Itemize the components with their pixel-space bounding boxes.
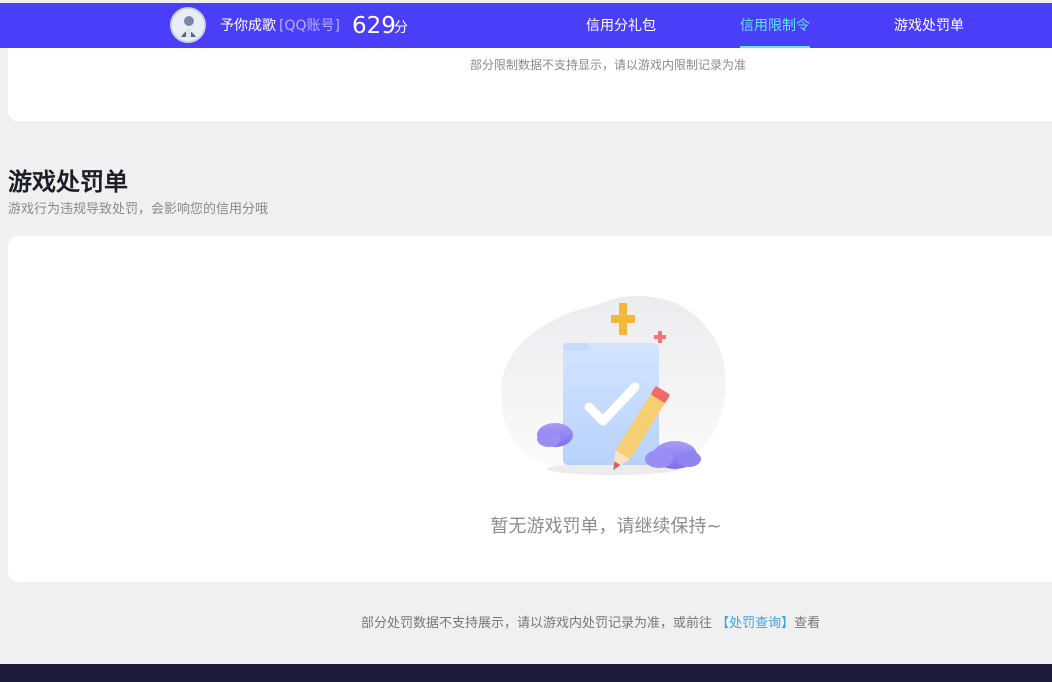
punishment-note-suffix: 查看 xyxy=(794,616,821,631)
user-nickname: 予你成歌 xyxy=(220,18,276,34)
punishment-note: 部分处罚数据不支持展示，请以游戏内处罚记录为准，或前往 【处罚查询】查看 xyxy=(361,616,820,632)
punishment-query-link[interactable]: 【处罚查询】 xyxy=(716,616,794,631)
punishment-note-text: 部分处罚数据不支持展示，请以游戏内处罚记录为准，或前往 xyxy=(361,616,713,631)
punishment-section-title: 游戏处罚单 xyxy=(8,168,128,196)
page-footer xyxy=(0,664,1052,682)
avatar[interactable] xyxy=(170,7,206,43)
nav-game-punishment[interactable]: 游戏处罚单 xyxy=(894,17,964,35)
empty-state-message: 暂无游戏罚单，请继续保持~ xyxy=(490,516,722,537)
credit-score-unit: 分 xyxy=(394,20,408,36)
top-nav-bar: 予你成歌 [QQ账号] 629 分 信用分礼包 信用限制令 游戏处罚单 xyxy=(0,3,1052,48)
nav-credit-restriction[interactable]: 信用限制令 xyxy=(740,17,810,35)
restriction-note: 部分限制数据不支持显示，请以游戏内限制记录为准 xyxy=(470,58,747,72)
punishment-section-subtitle: 游戏行为违规导致处罚，会影响您的信用分哦 xyxy=(8,202,269,217)
account-type-label: [QQ账号] xyxy=(279,18,340,34)
page: 予你成歌 [QQ账号] 629 分 信用分礼包 信用限制令 游戏处罚单 部分限制… xyxy=(0,0,1052,682)
avatar-image xyxy=(172,9,204,41)
credit-score-value: 629 xyxy=(352,13,396,39)
nav-credit-gift[interactable]: 信用分礼包 xyxy=(586,17,656,35)
empty-state-illustration xyxy=(501,295,726,475)
